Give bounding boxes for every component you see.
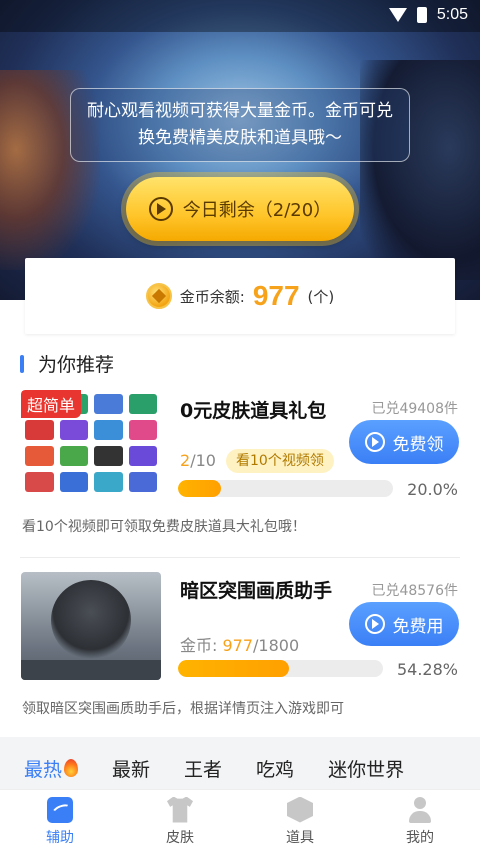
today-remaining-button[interactable]: 今日剩余（2/20） xyxy=(126,177,354,241)
nav-skins[interactable]: 皮肤 xyxy=(120,790,240,853)
free-use-button[interactable]: 免费用 xyxy=(349,602,459,646)
nav-assist[interactable]: 辅助 xyxy=(0,790,120,853)
balance-value: 977 xyxy=(252,280,300,311)
today-remaining-label: 今日剩余（2/20） xyxy=(182,200,332,221)
free-claim-label: 免费领 xyxy=(392,434,444,455)
tab-chiji[interactable]: 吃鸡 xyxy=(256,755,294,782)
status-bar: 5:05 xyxy=(0,0,480,32)
item-redeemed-count: 已兑48576件 xyxy=(371,583,458,599)
coin-total: /1800 xyxy=(253,636,300,655)
coin-balance-card: 金币余额: 977 (个) xyxy=(25,258,455,334)
nav-props[interactable]: 道具 xyxy=(240,790,360,853)
shirt-icon xyxy=(167,796,193,823)
item-redeemed-count: 已兑49408件 xyxy=(371,401,458,417)
tab-hot[interactable]: 最热 xyxy=(24,755,79,782)
coin-progress-label: 金币: xyxy=(180,636,223,655)
nav-mine[interactable]: 我的 xyxy=(360,790,480,853)
progress-current: 2 xyxy=(180,451,191,470)
divider xyxy=(20,557,460,558)
item-description: 看10个视频即可领取免费皮肤道具大礼包哦！ xyxy=(22,519,306,535)
watch-videos-tag: 看10个视频领 xyxy=(226,449,334,473)
flame-icon xyxy=(64,759,79,777)
play-icon xyxy=(364,614,385,634)
section-title-text: 为你推荐 xyxy=(38,354,115,376)
status-time: 5:05 xyxy=(436,6,468,23)
free-use-label: 免费用 xyxy=(392,616,444,637)
item-thumbnail xyxy=(21,572,161,680)
item-title: 暗区突围画质助手 xyxy=(180,580,333,602)
tab-wangzhe[interactable]: 王者 xyxy=(184,755,222,782)
section-title-bar xyxy=(20,354,24,373)
progress-total: /10 xyxy=(190,451,216,470)
list-item[interactable]: 超简单 0元皮肤道具礼包 已兑49408件 免费领 2/10 看10个视频领 2… xyxy=(0,388,480,548)
progress-percent: 54.28% xyxy=(396,660,458,679)
nav-mine-label: 我的 xyxy=(406,829,434,846)
video-progress-text: 2/10 xyxy=(180,451,216,470)
play-icon xyxy=(148,197,173,221)
balance-unit: (个) xyxy=(307,287,335,306)
section-title: 为你推荐 xyxy=(20,350,114,377)
item-thumbnail: 超简单 xyxy=(21,390,161,498)
easy-tag: 超简单 xyxy=(21,390,82,418)
nav-assist-label: 辅助 xyxy=(46,829,74,846)
nav-skins-label: 皮肤 xyxy=(166,829,194,846)
tab-hot-label: 最热 xyxy=(24,758,63,781)
bottom-nav: 辅助 皮肤 道具 我的 xyxy=(0,789,480,853)
item-title: 0元皮肤道具礼包 xyxy=(180,400,327,422)
nav-props-label: 道具 xyxy=(286,829,314,846)
coin-icon xyxy=(145,283,172,309)
tab-latest[interactable]: 最新 xyxy=(112,755,150,782)
progress-fill xyxy=(178,480,221,497)
hero-notice: 耐心观看视频可获得大量金币。金币可兑换免费精美皮肤和道具哦～ xyxy=(70,88,410,162)
list-item[interactable]: 暗区突围画质助手 已兑48576件 免费用 金币: 977/1800 54.28… xyxy=(0,570,480,730)
coin-current: 977 xyxy=(222,636,254,655)
balance-label: 金币余额: xyxy=(179,287,245,306)
assist-icon xyxy=(47,796,73,823)
wifi-icon xyxy=(388,8,407,22)
recommend-section: 为你推荐 超简单 0元皮肤道具礼包 已兑49408件 免费领 2/10 看10个… xyxy=(0,300,480,737)
progress-bar xyxy=(178,660,383,677)
play-icon xyxy=(364,432,385,452)
user-icon xyxy=(407,796,433,823)
progress-percent: 20.0% xyxy=(407,480,458,499)
tab-mini-world[interactable]: 迷你世界 xyxy=(328,755,404,782)
hero-banner: 5:05 耐心观看视频可获得大量金币。金币可兑换免费精美皮肤和道具哦～ 今日剩余… xyxy=(0,0,480,300)
coin-progress-text: 金币: 977/1800 xyxy=(180,632,299,656)
battery-icon xyxy=(416,7,427,23)
progress-fill xyxy=(178,660,290,677)
free-claim-button[interactable]: 免费领 xyxy=(349,420,459,464)
box-icon xyxy=(287,796,313,823)
item-description: 领取暗区突围画质助手后，根据详情页注入游戏即可 xyxy=(22,701,344,717)
progress-bar xyxy=(178,480,393,497)
